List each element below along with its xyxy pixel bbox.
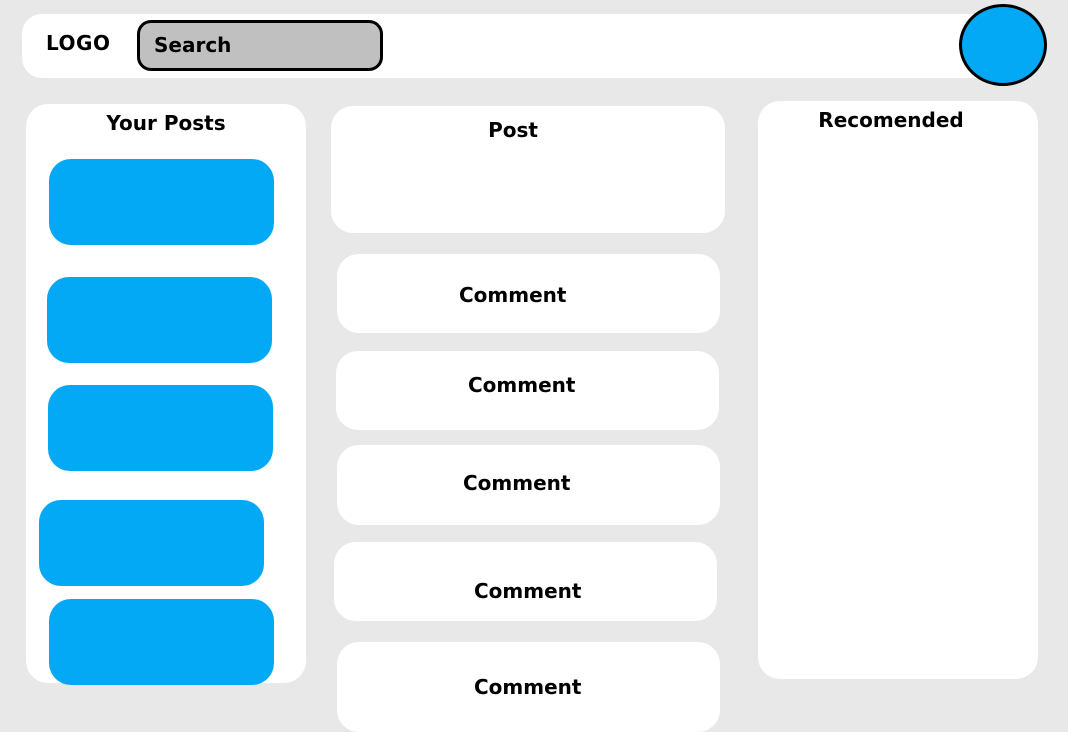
your-posts-panel: Your Posts <box>26 104 306 685</box>
your-post-card[interactable] <box>48 385 273 471</box>
your-posts-title: Your Posts <box>106 111 226 135</box>
your-post-card[interactable] <box>47 277 272 363</box>
your-post-card[interactable] <box>39 500 264 586</box>
your-post-card[interactable] <box>49 159 274 245</box>
comment-label: Comment <box>474 579 582 603</box>
post-panel[interactable]: Post <box>331 106 725 233</box>
recommended-title: Recomended <box>818 108 964 132</box>
comment-card[interactable]: Comment <box>337 254 720 333</box>
comment-label: Comment <box>468 373 576 397</box>
top-bar: LOGO Search <box>22 14 1022 78</box>
comment-card[interactable]: Comment <box>336 351 719 430</box>
comment-label: Comment <box>474 675 582 699</box>
logo[interactable]: LOGO <box>46 33 110 53</box>
comment-card[interactable]: Comment <box>337 642 720 732</box>
comment-card[interactable]: Comment <box>334 542 717 621</box>
post-title: Post <box>488 118 538 142</box>
comment-label: Comment <box>463 471 571 495</box>
comment-label: Comment <box>459 283 567 307</box>
comment-card[interactable]: Comment <box>337 445 720 525</box>
your-post-card[interactable] <box>49 599 274 685</box>
search-input[interactable]: Search <box>137 20 383 71</box>
avatar[interactable] <box>959 4 1047 86</box>
recommended-panel: Recomended <box>758 101 1038 679</box>
search-placeholder: Search <box>154 33 232 57</box>
